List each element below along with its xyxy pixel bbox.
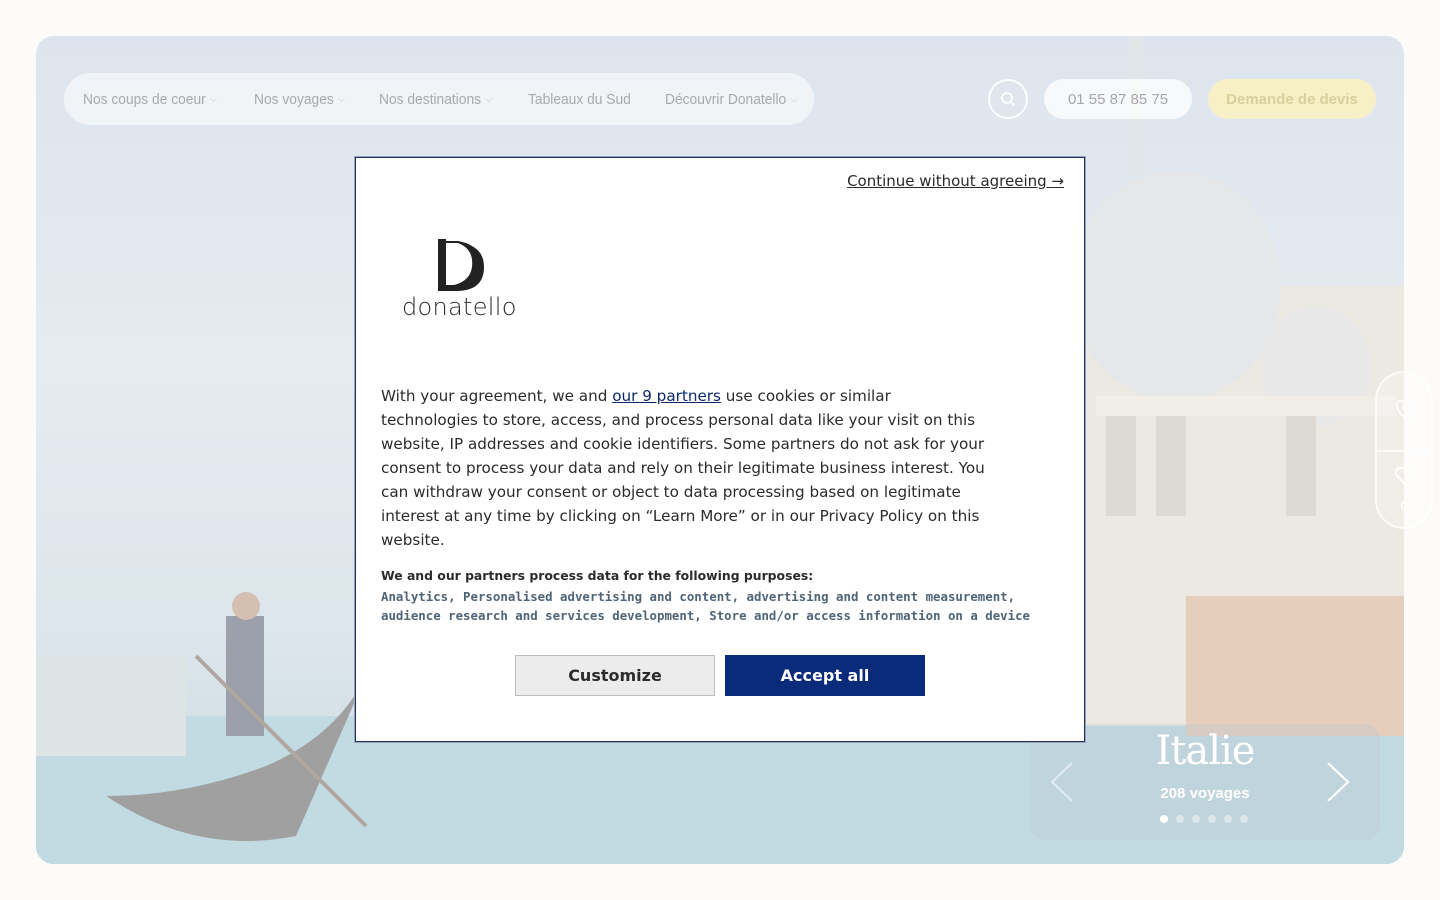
cookie-consent-dialog: Continue without agreeing → donatello Wi… — [355, 157, 1085, 742]
quote-request-button[interactable]: Demande de devis — [1208, 79, 1376, 119]
side-divider — [1377, 450, 1431, 452]
heart-icon — [1395, 466, 1417, 487]
partners-link[interactable]: our 9 partners — [612, 387, 721, 405]
nav-item-destinations[interactable]: Nos destinations ⌵ — [379, 91, 492, 108]
main-nav: Nos coups de coeur ⌵ Nos voyages ⌵ Nos des… — [64, 73, 814, 125]
side-widget: 0 — [1375, 371, 1433, 529]
customize-button[interactable]: Customize — [515, 655, 715, 696]
carousel-dot[interactable] — [1224, 815, 1232, 823]
logo-wordmark: donatello — [402, 293, 517, 321]
accept-all-button[interactable]: Accept all — [725, 655, 925, 696]
carousel-dot[interactable] — [1160, 815, 1168, 823]
search-button[interactable] — [988, 79, 1028, 119]
chevron-down-icon: ⌵ — [210, 93, 217, 104]
chevron-down-icon: ⌵ — [338, 93, 345, 104]
purposes-heading: We and our partners process data for the… — [381, 568, 814, 583]
chevron-down-icon: ⌵ — [791, 93, 798, 104]
nav-item-tableaux-du-sud[interactable]: Tableaux du Sud — [528, 91, 631, 108]
carousel-dot[interactable] — [1208, 815, 1216, 823]
intro-text-end: use cookies or similar technologies to s… — [381, 387, 985, 549]
nav-item-label: Nos destinations — [378, 90, 481, 108]
continue-without-agreeing-link[interactable]: Continue without agreeing → — [847, 172, 1064, 190]
nav-item-label: Découvrir Donatello — [665, 90, 787, 108]
carousel-dots — [1160, 815, 1248, 823]
nav-item-voyages[interactable]: Nos voyages ⌵ — [254, 91, 345, 108]
nav-item-label: Nos voyages — [254, 90, 335, 108]
consent-intro-text: With your agreement, we and our 9 partne… — [381, 384, 991, 552]
chevron-left-icon — [1050, 762, 1073, 802]
favorites-button[interactable] — [1394, 465, 1418, 492]
nav-item-coups-de-coeur[interactable]: Nos coups de coeur ⌵ — [83, 91, 217, 108]
purposes-list: Analytics, Personalised advertising and … — [381, 589, 1031, 623]
carousel-prev-button[interactable] — [1048, 760, 1076, 809]
nav-item-decouvrir-donatello[interactable]: Découvrir Donatello ⌵ — [665, 91, 797, 108]
phone-icon — [1396, 400, 1416, 420]
favorites-count: 0 — [1400, 498, 1408, 513]
search-icon — [1001, 92, 1016, 107]
chevron-right-icon — [1327, 762, 1350, 802]
nav-item-label: Nos coups de coeur — [83, 90, 206, 108]
side-phone-button[interactable] — [1394, 398, 1418, 427]
nav-item-label: Tableaux du Sud — [527, 90, 631, 108]
carousel-dot[interactable] — [1192, 815, 1200, 823]
phone-number-button[interactable]: 01 55 87 85 75 — [1044, 79, 1192, 119]
carousel-dot[interactable] — [1240, 815, 1248, 823]
carousel-dot[interactable] — [1176, 815, 1184, 823]
carousel-title: Italie — [1155, 728, 1256, 774]
carousel-next-button[interactable] — [1324, 760, 1352, 809]
intro-text-start: With your agreement, we and — [381, 387, 613, 405]
chevron-down-icon: ⌵ — [485, 93, 492, 104]
carousel-trip-count: 208 voyages — [1160, 785, 1250, 802]
